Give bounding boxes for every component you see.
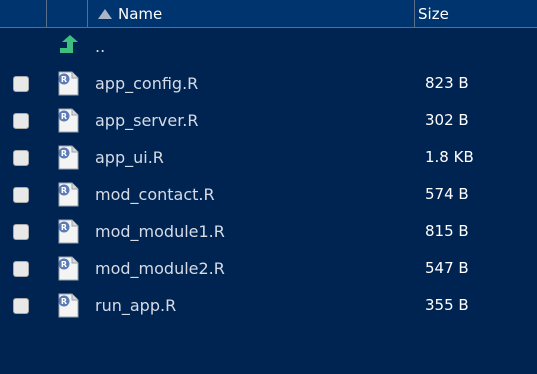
name-column-label: Name (118, 4, 163, 23)
file-select-checkbox[interactable] (13, 113, 29, 129)
svg-text:R: R (61, 75, 67, 84)
file-list-header: Name Size (0, 0, 537, 28)
file-name-link[interactable]: app_server.R (95, 102, 199, 139)
name-column-header[interactable]: Name (88, 0, 415, 27)
file-select-checkbox[interactable] (13, 187, 29, 203)
file-size: 823 B (425, 74, 469, 92)
sort-ascending-icon (98, 8, 112, 19)
file-row[interactable]: Rmod_module2.R 547 B (0, 250, 537, 287)
r-file-icon: R (58, 256, 79, 281)
file-select-checkbox[interactable] (13, 76, 29, 92)
file-select-checkbox[interactable] (13, 150, 29, 166)
up-arrow-icon (60, 35, 78, 53)
parent-directory-row[interactable]: .. (0, 28, 537, 65)
file-row[interactable]: Rmod_contact.R 574 B (0, 176, 537, 213)
file-size: 355 B (425, 296, 469, 314)
r-file-icon: R (58, 71, 79, 96)
svg-text:R: R (61, 260, 67, 269)
file-row[interactable]: Rapp_config.R 823 B (0, 65, 537, 102)
file-name-link[interactable]: mod_module2.R (95, 250, 225, 287)
svg-text:R: R (61, 112, 67, 121)
svg-text:R: R (61, 223, 67, 232)
r-file-icon: R (58, 219, 79, 244)
r-file-icon: R (58, 182, 79, 207)
file-size: 574 B (425, 185, 469, 203)
file-size: 302 B (425, 111, 469, 129)
file-size: 815 B (425, 222, 469, 240)
file-row[interactable]: Rapp_ui.R 1.8 KB (0, 139, 537, 176)
size-column-label: Size (418, 4, 449, 23)
file-name-link[interactable]: app_config.R (95, 65, 198, 102)
svg-text:R: R (61, 186, 67, 195)
file-name-link[interactable]: run_app.R (95, 287, 176, 324)
file-size: 1.8 KB (425, 148, 474, 166)
file-row[interactable]: Rapp_server.R 302 B (0, 102, 537, 139)
file-select-checkbox[interactable] (13, 224, 29, 240)
r-file-icon: R (58, 293, 79, 318)
file-size: 547 B (425, 259, 469, 277)
select-all-column[interactable] (0, 0, 47, 27)
size-column-header[interactable]: Size (415, 0, 537, 27)
file-name-link[interactable]: mod_module1.R (95, 213, 225, 250)
file-row[interactable]: Rmod_module1.R 815 B (0, 213, 537, 250)
file-row[interactable]: Rrun_app.R 355 B (0, 287, 537, 324)
file-select-checkbox[interactable] (13, 261, 29, 277)
r-file-icon: R (58, 145, 79, 170)
file-name-link[interactable]: app_ui.R (95, 139, 164, 176)
svg-text:R: R (61, 297, 67, 306)
file-select-checkbox[interactable] (13, 298, 29, 314)
parent-directory-link[interactable]: .. (95, 28, 105, 65)
r-file-icon: R (58, 108, 79, 133)
file-name-link[interactable]: mod_contact.R (95, 176, 215, 213)
svg-text:R: R (61, 149, 67, 158)
icon-column (47, 0, 88, 27)
